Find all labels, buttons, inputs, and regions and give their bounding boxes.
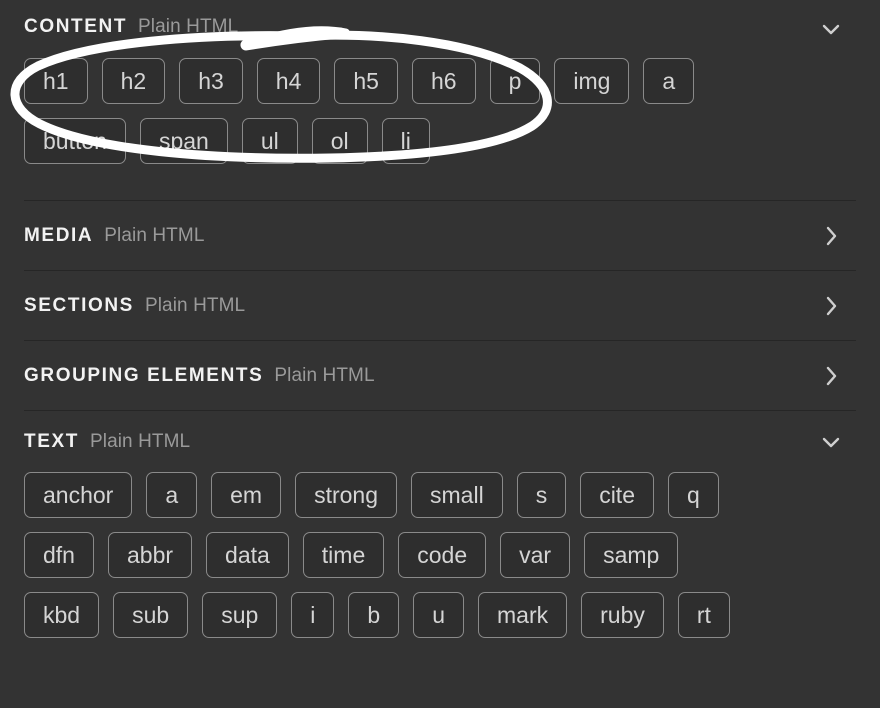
tag-chip-a[interactable]: a: [146, 472, 198, 518]
section-header-grouping-elements[interactable]: GROUPING ELEMENTS Plain HTML: [24, 340, 856, 410]
section-subtitle: Plain HTML: [89, 430, 191, 452]
tag-chip-abbr[interactable]: abbr: [107, 532, 193, 578]
tag-chip-h6[interactable]: h6: [411, 58, 476, 104]
tag-chip-cite[interactable]: cite: [580, 472, 654, 518]
tag-chip-row: h1 h2 h3 h4 h5 h6 p img a: [24, 58, 856, 104]
chevron-down-icon[interactable]: [816, 427, 846, 457]
section-text: TEXT Plain HTML anchor a em strong small s cite q…: [0, 410, 880, 660]
tag-chip-h1[interactable]: h1: [24, 58, 88, 104]
tag-chip-data[interactable]: data: [206, 532, 289, 578]
tag-chip-anchor[interactable]: anchor: [24, 472, 133, 518]
tag-chip-code[interactable]: code: [398, 532, 487, 578]
tag-chip-kbd[interactable]: kbd: [24, 592, 100, 638]
section-title: SECTIONS: [24, 294, 134, 316]
section-title: GROUPING ELEMENTS: [24, 364, 264, 386]
section-title: MEDIA: [24, 224, 94, 246]
tag-chip-q[interactable]: q: [667, 472, 719, 518]
tag-chip-h5[interactable]: h5: [334, 58, 398, 104]
section-header-sections[interactable]: SECTIONS Plain HTML: [24, 270, 856, 340]
tag-chip-group: h1 h2 h3 h4 h5 h6 p img a button span ul ol li: [24, 58, 856, 200]
chevron-down-icon[interactable]: [816, 14, 846, 44]
tag-chip-row: anchor a em strong small s cite q: [24, 472, 856, 518]
tag-chip-sub[interactable]: sub: [113, 592, 189, 638]
tag-chip-mark[interactable]: mark: [478, 592, 568, 638]
tag-chip-button[interactable]: button: [24, 118, 126, 164]
section-header-content[interactable]: CONTENT Plain HTML: [24, 0, 856, 58]
tag-chip-u[interactable]: u: [413, 592, 464, 638]
section-header-text[interactable]: TEXT Plain HTML: [24, 410, 856, 472]
tag-chip-i[interactable]: i: [291, 592, 335, 638]
tag-chip-h3[interactable]: h3: [179, 58, 243, 104]
section-media: MEDIA Plain HTML: [0, 200, 880, 270]
tag-chip-b[interactable]: b: [348, 592, 400, 638]
tag-chip-ul[interactable]: ul: [241, 118, 298, 164]
section-content: CONTENT Plain HTML h1 h2 h3 h4 h5 h6 p img a button…: [0, 0, 880, 200]
section-subtitle: Plain HTML: [144, 294, 246, 316]
tag-chip-s[interactable]: s: [516, 472, 567, 518]
section-subtitle: Plain HTML: [274, 364, 375, 386]
html-elements-panel: CONTENT Plain HTML h1 h2 h3 h4 h5 h6 p img a button…: [0, 0, 880, 708]
tag-chip-ol[interactable]: ol: [311, 118, 368, 164]
tag-chip-row: dfn abbr data time code var samp: [24, 532, 856, 578]
tag-chip-em[interactable]: em: [211, 472, 282, 518]
tag-chip-p[interactable]: p: [489, 58, 541, 104]
tag-chip-samp[interactable]: samp: [584, 532, 679, 578]
tag-chip-h4[interactable]: h4: [256, 58, 321, 104]
chevron-right-icon[interactable]: [816, 291, 846, 321]
tag-chip-ruby[interactable]: ruby: [581, 592, 664, 638]
tag-chip-strong[interactable]: strong: [295, 472, 398, 518]
sections-list: CONTENT Plain HTML h1 h2 h3 h4 h5 h6 p img a button…: [0, 0, 880, 660]
tag-chip-small[interactable]: small: [411, 472, 503, 518]
tag-chip-group: anchor a em strong small s cite q dfn abbr data tim…: [24, 472, 856, 660]
tag-chip-a[interactable]: a: [643, 58, 695, 104]
section-sections: SECTIONS Plain HTML: [0, 270, 880, 340]
section-title: TEXT: [24, 430, 79, 452]
section-title: CONTENT: [24, 16, 128, 37]
tag-chip-img[interactable]: img: [554, 58, 630, 104]
tag-chip-span[interactable]: span: [139, 118, 228, 164]
tag-chip-li[interactable]: li: [381, 118, 430, 164]
tag-chip-h2[interactable]: h2: [101, 58, 166, 104]
tag-chip-dfn[interactable]: dfn: [24, 532, 94, 578]
tag-chip-rt[interactable]: rt: [677, 592, 730, 638]
tag-chip-row: button span ul ol li: [24, 118, 856, 164]
tag-chip-sup[interactable]: sup: [202, 592, 278, 638]
tag-chip-time[interactable]: time: [302, 532, 385, 578]
section-subtitle: Plain HTML: [138, 16, 239, 37]
chevron-right-icon[interactable]: [816, 361, 846, 391]
section-grouping-elements: GROUPING ELEMENTS Plain HTML: [0, 340, 880, 410]
tag-chip-var[interactable]: var: [500, 532, 571, 578]
section-header-media[interactable]: MEDIA Plain HTML: [24, 200, 856, 270]
section-subtitle: Plain HTML: [104, 224, 205, 246]
chevron-right-icon[interactable]: [816, 221, 846, 251]
tag-chip-row: kbd sub sup i b u mark ruby rt: [24, 592, 856, 638]
